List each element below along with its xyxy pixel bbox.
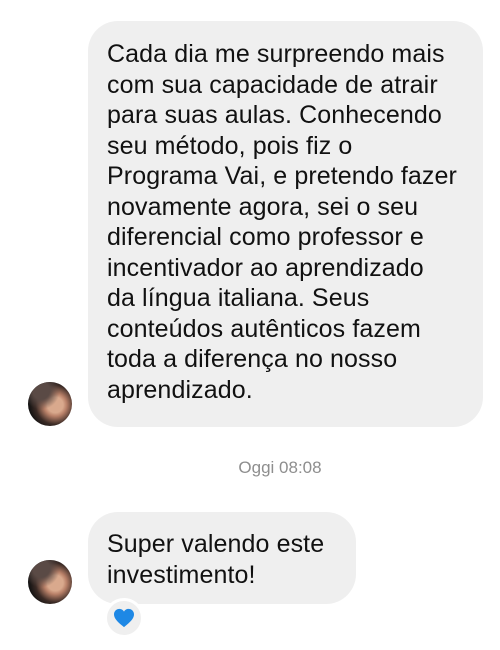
message-line: incentivador ao aprendizado [107, 253, 424, 282]
message-line: Cada dia me surpreendo mais [107, 40, 445, 68]
message-reaction[interactable] [104, 598, 144, 638]
message-line: da língua italiana. Seus [107, 284, 370, 312]
message-line: toda a diferença no nosso [107, 345, 398, 373]
message-bubble[interactable]: Super valendo este investimento! [88, 512, 356, 604]
blue-heart-icon [114, 608, 134, 628]
message-line: novamente agora, sei o seu [107, 192, 419, 221]
message-line: seu método, pois fiz o [107, 131, 353, 160]
message-line: com sua capacidade de atrair [107, 70, 438, 99]
message-line: investimento! [107, 560, 256, 589]
message-line: Super valendo este [107, 530, 325, 558]
message-line: para suas aulas. Conhecendo [107, 101, 442, 129]
sender-avatar[interactable] [28, 382, 72, 426]
avatar-shading [28, 560, 72, 604]
sender-avatar[interactable] [28, 560, 72, 604]
message-timestamp: Oggi 08:08 [238, 458, 322, 477]
message-line: diferencial como professor e [107, 223, 424, 251]
message-line: aprendizado. [107, 375, 253, 404]
message-line: Programa Vai, e pretendo fazer [107, 162, 457, 190]
message-line: conteúdos autênticos fazem [107, 314, 421, 343]
message-bubble[interactable]: Cada dia me surpreendo mais com sua capa… [88, 21, 483, 427]
chat-thread: Cada dia me surpreendo mais com sua capa… [0, 0, 500, 650]
avatar-shading [28, 382, 72, 426]
